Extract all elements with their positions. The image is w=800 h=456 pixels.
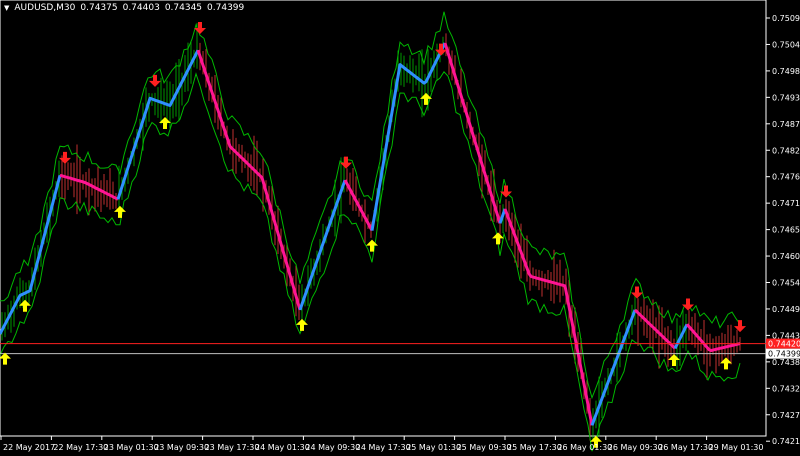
sell-arrow-icon: [682, 298, 694, 311]
envelope-lower: [0, 70, 741, 452]
sell-arrow-icon: [149, 74, 161, 87]
price-tick-label: 0.74217: [772, 437, 800, 446]
price-tick-label: 0.74987: [772, 67, 800, 76]
time-axis: 22 May 201722 May 17:3023 May 01:3023 Ma…: [0, 436, 764, 452]
trend-segment-down: [503, 208, 594, 426]
buy-arrow-icon: [0, 352, 11, 365]
time-tick-label: 23 May 17:30: [205, 443, 260, 452]
price-tick-label: 0.74932: [772, 93, 800, 102]
price-tick-label: 0.75042: [772, 40, 800, 49]
time-tick-label: 25 May 09:30: [457, 443, 512, 452]
time-tick-label: 24 May 01:30: [255, 443, 310, 452]
chart-title-bar: ▼ AUDUSD,M30 0.74375 0.74403 0.74345 0.7…: [4, 3, 244, 13]
price-tick-label: 0.74272: [772, 411, 800, 420]
time-tick-label: 25 May 17:30: [507, 443, 562, 452]
time-tick-label: 23 May 09:30: [154, 443, 209, 452]
sell-arrow-icon: [734, 320, 746, 333]
trend-segment-down: [633, 308, 677, 350]
price-tick-label: 0.74492: [772, 305, 800, 314]
trend-segment-up: [298, 179, 347, 311]
candle-wicks: [1, 22, 741, 441]
time-tick-label: 29 May 01:30: [709, 443, 764, 452]
chart-frame: [0, 0, 767, 437]
time-tick-label: 23 May 01:30: [104, 443, 159, 452]
bid-price-label: 0.74420: [768, 340, 800, 349]
trend-segment-down: [196, 49, 302, 311]
ohlc-low: 0.74345: [164, 3, 203, 13]
sell-arrow-icon: [340, 156, 352, 169]
price-tick-label: 0.74877: [772, 120, 800, 129]
price-tick-label: 0.74602: [772, 252, 800, 261]
time-tick-label: 26 May 09:30: [608, 443, 663, 452]
trend-segment-down: [343, 179, 374, 232]
sell-arrow-icon: [59, 151, 71, 164]
price-tick-label: 0.75097: [772, 14, 800, 23]
time-tick-label: 22 May 17:30: [53, 443, 108, 452]
price-tick-label: 0.74657: [772, 226, 800, 235]
price-tick-label: 0.74547: [772, 279, 800, 288]
time-tick-label: 24 May 17:30: [356, 443, 411, 452]
price-lines: [0, 343, 766, 355]
price-tick-label: 0.74712: [772, 199, 800, 208]
signal-arrows: [0, 21, 746, 448]
triangle-down-icon[interactable]: ▼: [4, 4, 9, 12]
price-tick-label: 0.74382: [772, 358, 800, 367]
envelope-upper: [0, 11, 741, 400]
price-tick-label: 0.74822: [772, 146, 800, 155]
ohlc-high: 0.74403: [122, 3, 160, 13]
trend-line: [0, 42, 741, 426]
time-tick-label: 26 May 17:30: [658, 443, 713, 452]
sell-arrow-icon: [194, 21, 206, 34]
price-axis: 0.75097 0.75042 0.74987 0.74932 0.74877 0.748…: [766, 14, 800, 446]
price-chart[interactable]: 0.75097 0.75042 0.74987 0.74932 0.74877 0.748…: [0, 0, 800, 456]
time-tick-label: 26 May 01:30: [557, 443, 612, 452]
ohlc-open: 0.74375: [80, 3, 118, 13]
trend-segment-up: [590, 309, 637, 426]
symbol-timeframe: AUDUSD,M30: [14, 3, 76, 13]
time-tick-label: 22 May 2017: [3, 443, 55, 452]
buy-arrow-icon: [668, 354, 680, 367]
price-tick-label: 0.74327: [772, 384, 800, 393]
ohlc-close: 0.74399: [207, 3, 245, 13]
time-tick-label: 24 May 09:30: [305, 443, 360, 452]
envelope-lines: [0, 11, 741, 452]
price-tick-label: 0.74767: [772, 173, 800, 182]
trend-segment-up: [116, 49, 200, 200]
time-tick-label: 25 May 01:30: [406, 443, 461, 452]
ask-price-label: 0.74399: [768, 350, 800, 359]
trend-segment-down: [443, 42, 502, 224]
